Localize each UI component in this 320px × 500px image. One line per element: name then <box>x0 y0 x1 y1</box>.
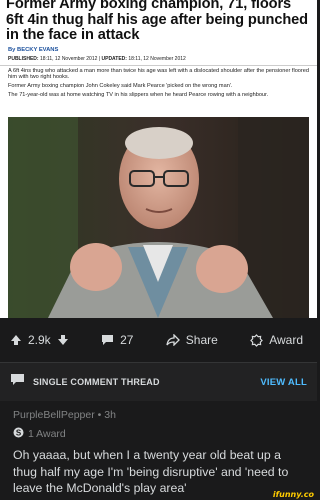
article-screenshot: Former Army boxing champion, 71, floors … <box>0 0 317 318</box>
share-label: Share <box>185 333 218 347</box>
single-thread-bar: SINGLE COMMENT THREAD VIEW ALL <box>0 363 317 401</box>
comment-icon <box>101 334 114 346</box>
article-paragraph: A 6ft 4ins thug who attacked a man more … <box>8 67 309 81</box>
published-value: 18:11, 12 November 2012 <box>39 55 98 62</box>
comment-meta: PurpleBellPepper • 3h <box>13 409 305 421</box>
comment-count: 27 <box>120 333 134 347</box>
article-headline: Former Army boxing champion, 71, floors … <box>6 0 308 43</box>
downvote-icon[interactable] <box>57 334 69 346</box>
vote-group: 2.9k <box>10 333 69 347</box>
award-label: Award <box>269 333 303 347</box>
award-text: 1 Award <box>28 428 66 440</box>
article-paragraph: Former Army boxing champion John Cokeley… <box>8 83 233 90</box>
comments-button[interactable]: 27 <box>101 333 133 347</box>
published-label: PUBLISHED: <box>8 55 39 62</box>
article-dates: PUBLISHED: 18:11, 12 November 2012 | UPD… <box>0 53 317 66</box>
comment: PurpleBellPepper • 3h S 1 Award Oh yaaaa… <box>0 402 317 500</box>
share-button[interactable]: Share <box>166 333 218 347</box>
comment-award: S 1 Award <box>13 427 305 441</box>
thread-comment-icon <box>10 373 25 391</box>
updated-label: UPDATED: <box>101 55 127 62</box>
updated-value: 18:11, 12 November 2012 <box>128 55 186 62</box>
view-all-link[interactable]: VIEW ALL <box>260 377 307 388</box>
article-byline: By BECKY EVANS <box>8 46 59 53</box>
svg-text:S: S <box>16 428 22 437</box>
photo-illustration <box>8 117 309 318</box>
meta-separator: • <box>97 409 102 421</box>
ifunny-watermark: ifunny.co <box>272 490 314 499</box>
comment-age: 3h <box>104 409 116 421</box>
share-icon <box>166 334 180 346</box>
upvote-icon[interactable] <box>10 334 22 346</box>
post-action-bar: 2.9k 27 Share Award <box>0 318 317 362</box>
award-button[interactable]: Award <box>250 333 303 347</box>
article-photo <box>8 117 309 318</box>
comment-body: Oh yaaaa, but when I a twenty year old b… <box>13 448 289 495</box>
comment-author[interactable]: PurpleBellPepper <box>13 409 95 421</box>
vote-count: 2.9k <box>28 333 51 347</box>
thread-label: SINGLE COMMENT THREAD <box>33 377 160 387</box>
award-coin-icon: S <box>13 427 24 441</box>
award-icon <box>250 333 264 347</box>
article-paragraph: The 71-year-old was at home watching TV … <box>8 91 269 98</box>
